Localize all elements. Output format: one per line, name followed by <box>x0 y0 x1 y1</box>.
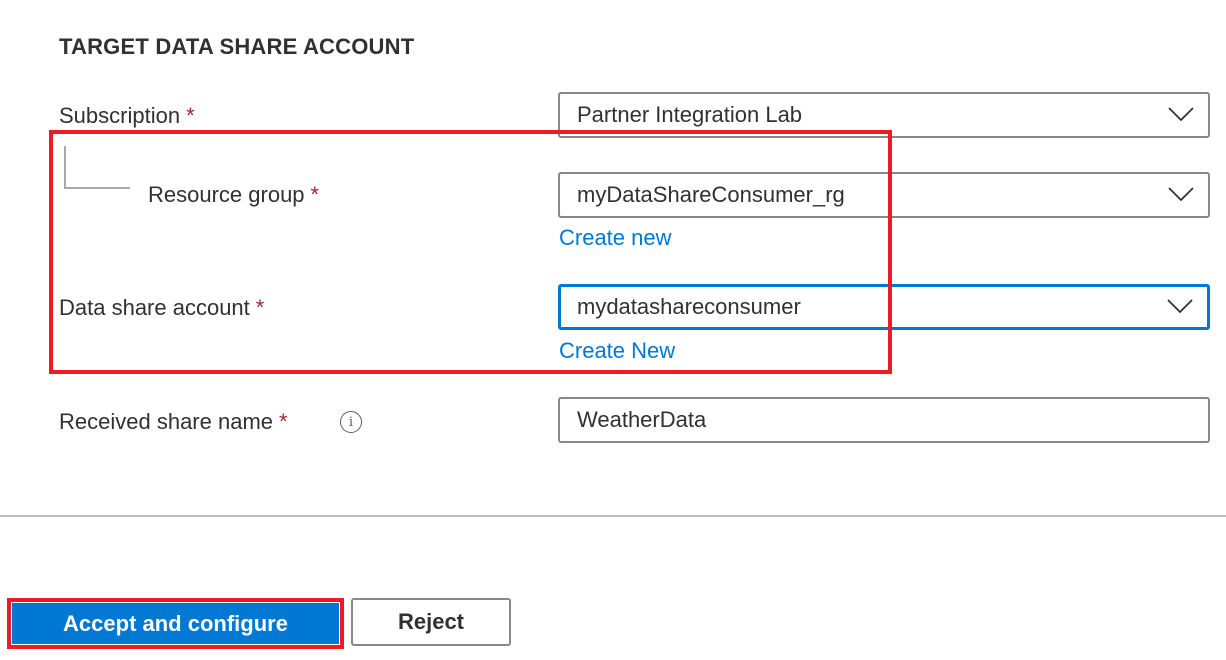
resource-group-label-text: Resource group <box>148 182 305 207</box>
divider <box>0 515 1226 517</box>
resource-group-dropdown[interactable]: myDataShareConsumer_rg <box>558 172 1210 218</box>
tree-connector-line <box>64 146 130 189</box>
subscription-label: Subscription * <box>59 103 195 129</box>
data-share-account-label: Data share account * <box>59 295 264 321</box>
required-asterisk: * <box>255 295 265 320</box>
info-icon[interactable]: i <box>340 411 362 433</box>
chevron-down-icon <box>1167 299 1193 313</box>
subscription-value: Partner Integration Lab <box>577 102 803 127</box>
resource-group-label: Resource group * <box>148 182 319 208</box>
received-share-name-label-text: Received share name <box>59 409 274 434</box>
received-share-name-value: WeatherData <box>577 407 707 432</box>
chevron-down-icon <box>1168 187 1194 201</box>
required-asterisk: * <box>310 182 320 207</box>
reject-button[interactable]: Reject <box>351 598 511 646</box>
subscription-label-text: Subscription <box>59 103 181 128</box>
accept-and-configure-button[interactable]: Accept and configure <box>12 603 339 644</box>
subscription-dropdown[interactable]: Partner Integration Lab <box>558 92 1210 138</box>
received-share-name-input[interactable]: WeatherData <box>558 397 1210 443</box>
data-share-account-dropdown[interactable]: mydatashareconsumer <box>558 284 1210 330</box>
annotation-highlight-box <box>49 130 892 374</box>
chevron-down-icon <box>1168 107 1194 121</box>
required-asterisk: * <box>279 409 288 434</box>
section-title: TARGET DATA SHARE ACCOUNT <box>59 34 415 59</box>
create-new-data-share-account-link[interactable]: Create New <box>559 338 675 364</box>
data-share-account-label-text: Data share account <box>59 295 250 320</box>
data-share-account-value: mydatashareconsumer <box>577 294 801 319</box>
required-asterisk: * <box>186 103 195 128</box>
target-data-share-account-form: TARGET DATA SHARE ACCOUNT Subscription * … <box>0 0 1226 660</box>
received-share-name-label: Received share name * <box>59 409 288 435</box>
create-new-resource-group-link[interactable]: Create new <box>559 225 672 251</box>
resource-group-value: myDataShareConsumer_rg <box>577 182 845 207</box>
